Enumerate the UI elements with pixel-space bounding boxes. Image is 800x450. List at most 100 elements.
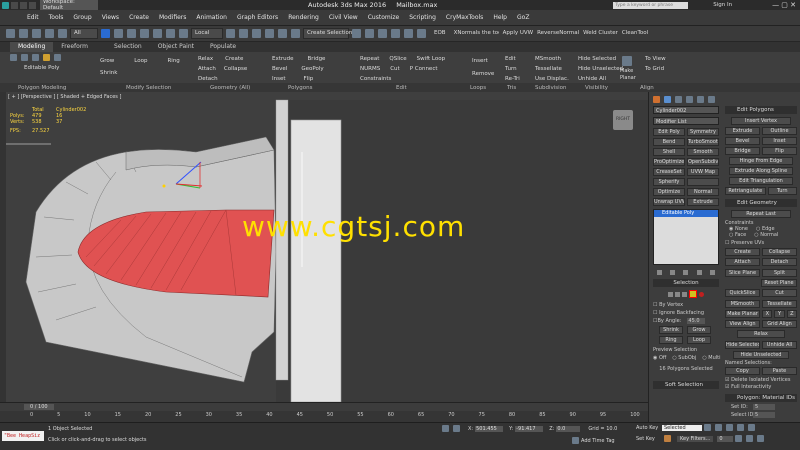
by-angle-field[interactable]: 45.0 (687, 318, 706, 324)
modify-tab-icon[interactable] (664, 95, 671, 103)
ribbon-swift-loop[interactable]: Swift Loop (417, 56, 445, 63)
ribbon-to-grid[interactable]: To Grid (645, 66, 666, 73)
ribbon-tris-edit[interactable]: Edit (505, 56, 520, 63)
ribbon-msmooth[interactable]: MSmooth (535, 56, 569, 63)
ribbon-tris-turn[interactable]: Turn (505, 66, 520, 73)
menu-rendering[interactable]: Rendering (283, 10, 324, 26)
grid-align-button[interactable]: Grid Align (762, 320, 797, 328)
show-end-result-icon[interactable] (670, 269, 676, 275)
make-unique-icon[interactable] (683, 269, 689, 275)
lock-selection-icon[interactable] (442, 425, 449, 432)
ribbon-extrude[interactable]: Extrude (272, 56, 294, 63)
loop-button[interactable]: Loop (687, 336, 711, 344)
shrink-button[interactable]: Shrink (659, 326, 683, 334)
ribbon-loop[interactable]: Loop (134, 58, 147, 65)
edit-polygons-rollout[interactable]: Edit Polygons (725, 106, 797, 114)
planar-z-button[interactable]: Z (786, 310, 797, 318)
tool-eob[interactable]: EOB (434, 30, 446, 37)
constraint-face-radio[interactable]: ○ Face (729, 232, 746, 238)
copy-button[interactable]: Copy (725, 367, 760, 375)
ribbon-grow[interactable]: Grow (100, 58, 114, 65)
ribbon-remove[interactable]: Remove (472, 71, 494, 78)
undo-icon[interactable] (6, 29, 15, 38)
preview-off-radio[interactable]: ◉ Off (653, 355, 666, 361)
ribbon-unhide-all[interactable]: Unhide All (578, 76, 623, 83)
ref-coord-dropdown[interactable]: Local (191, 28, 223, 39)
relax-button[interactable]: Relax (737, 330, 785, 338)
current-frame-field[interactable]: 0 (717, 435, 734, 442)
turn-button[interactable]: Turn (767, 187, 797, 195)
new-icon[interactable] (11, 1, 18, 9)
viewcube[interactable]: RIGHT (613, 110, 633, 130)
move-icon[interactable] (153, 29, 162, 38)
ribbon-to-view[interactable]: To View (645, 56, 666, 63)
align-icon[interactable] (365, 29, 374, 38)
element-mode-icon[interactable] (699, 291, 704, 297)
reset-plane-button[interactable]: Reset Plane (761, 279, 797, 287)
configure-sets-icon[interactable] (709, 269, 715, 275)
menu-graph-editors[interactable]: Graph Editors (232, 10, 283, 26)
tool-weld-cluster[interactable]: Weld Cluster (583, 30, 618, 37)
edit-geometry-rollout[interactable]: Edit Geometry (725, 199, 797, 207)
hinge-from-edge-button[interactable]: Hinge From Edge (729, 157, 793, 165)
vertex-mode-icon[interactable] (668, 291, 673, 297)
select-by-name-icon[interactable] (114, 29, 123, 38)
inset-button[interactable]: Inset (762, 137, 797, 145)
mirror-icon[interactable] (352, 29, 361, 38)
flip-button[interactable]: Flip (762, 147, 797, 155)
ignore-backfacing-checkbox[interactable]: ☐ Ignore Backfacing (653, 310, 719, 316)
play-icon[interactable] (726, 424, 733, 431)
search-input[interactable]: Type a keyword or phrase (613, 1, 689, 9)
select-id-field[interactable]: 5 (753, 412, 775, 418)
ribbon-qslice[interactable]: QSlice (389, 56, 406, 63)
outline-button[interactable]: Outline (762, 127, 797, 135)
prev-frame-icon[interactable] (715, 424, 722, 431)
ribbon-bevel[interactable]: Bevel (272, 66, 287, 73)
menu-tools[interactable]: Tools (44, 10, 69, 26)
grow-button[interactable]: Grow (687, 326, 711, 334)
rect-selection-icon[interactable] (127, 29, 136, 38)
bind-spacewarp-icon[interactable] (58, 29, 67, 38)
select-manipulate-icon[interactable] (239, 29, 248, 38)
ribbon-hide-selected[interactable]: Hide Selected (578, 56, 623, 63)
planar-x-button[interactable]: X (762, 310, 773, 318)
tool-xnormals[interactable]: XNormals the toolbar (454, 30, 499, 37)
viewport[interactable]: RIGHT [ + ] [Perspective ] [ Shaded + Ed… (6, 92, 648, 402)
delete-isolated-checkbox[interactable]: ☑ Delete Isolated Vertices (725, 377, 797, 383)
collapse-button[interactable]: Collapse (762, 248, 797, 256)
viewport-label[interactable]: [ + ] [Perspective ] [ Shaded + Edged Fa… (8, 94, 121, 100)
split-checkbox[interactable]: Split (762, 269, 797, 277)
rotate-icon[interactable] (166, 29, 175, 38)
ribbon-shrink[interactable]: Shrink (100, 70, 180, 77)
extrude-along-spline-button[interactable]: Extrude Along Spline (729, 167, 793, 175)
constraint-normal-radio[interactable]: ○ Normal (754, 232, 778, 238)
hide-unselected-button[interactable]: Hide Unselected (733, 351, 789, 359)
polygon-icon[interactable] (43, 54, 50, 61)
hide-selected-button[interactable]: Hide Selected (725, 341, 760, 349)
insert-vertex-button[interactable]: Insert Vertex (731, 117, 791, 125)
preview-multi-radio[interactable]: ○ Multi (702, 355, 720, 361)
tab-selection[interactable]: Selection (106, 42, 150, 52)
detach-button[interactable]: Detach (762, 258, 797, 266)
snap-icon[interactable] (252, 29, 261, 38)
ribbon-inset[interactable]: Inset (272, 76, 286, 83)
menu-crymaxtools[interactable]: CryMaxTools (441, 10, 488, 26)
maxscript-listener[interactable]: "Bee HeapSiz (2, 431, 44, 441)
bridge-button[interactable]: Bridge (725, 147, 760, 155)
menu-modifiers[interactable]: Modifiers (154, 10, 191, 26)
selection-rollout-header[interactable]: Selection (653, 279, 719, 287)
slice-plane-button[interactable]: Slice Plane (725, 269, 760, 277)
menu-edit[interactable]: Edit (22, 10, 44, 26)
edit-triangulation-button[interactable]: Edit Triangulation (729, 177, 793, 185)
set-id-field[interactable]: 5 (753, 404, 775, 410)
ribbon-constraints[interactable]: Constraints (360, 76, 445, 83)
vertex-icon[interactable] (10, 54, 17, 61)
modifier-list-dropdown[interactable]: Modifier List (653, 117, 719, 125)
menu-customize[interactable]: Customize (363, 10, 405, 26)
preview-subobj-radio[interactable]: ○ SubObj (672, 355, 696, 361)
scale-icon[interactable] (179, 29, 188, 38)
ribbon-use-displace[interactable]: Use Displac. (535, 76, 569, 83)
goto-start-icon[interactable] (704, 424, 711, 431)
menu-scripting[interactable]: Scripting (404, 10, 441, 26)
extrude-button[interactable]: Extrude (725, 127, 760, 135)
